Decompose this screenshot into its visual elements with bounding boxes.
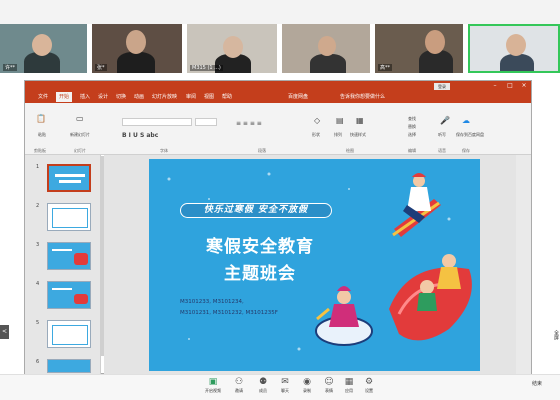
- dictate-icon[interactable]: 🎤: [440, 116, 450, 125]
- paste-icon[interactable]: 📋: [36, 114, 46, 123]
- slide-thumbnail[interactable]: [47, 242, 91, 270]
- menu-animations[interactable]: 动画: [134, 92, 144, 102]
- quick-styles-icon[interactable]: ▦: [356, 116, 364, 125]
- baidu-save-label: 保存到百度网盘: [456, 132, 484, 137]
- slide-number: 5: [36, 320, 40, 326]
- sled-rider-illustration: [392, 173, 441, 237]
- slide-vertical-scrollbar[interactable]: [516, 155, 531, 374]
- close-icon[interactable]: ×: [519, 81, 529, 91]
- arrange-icon[interactable]: ▤: [336, 116, 344, 125]
- slide-thumbnail[interactable]: [47, 320, 91, 348]
- invite-icon: ⚇: [234, 377, 244, 387]
- paste-label: 粘贴: [38, 132, 46, 137]
- menu-review[interactable]: 审阅: [186, 92, 196, 102]
- ppt-document-title: [200, 81, 400, 91]
- slide-title-line2: 主题班会: [224, 264, 296, 284]
- shapes-icon[interactable]: ◇: [314, 116, 320, 125]
- dictate-label: 听写: [438, 132, 446, 137]
- tell-me-search[interactable]: 告诉我你想要做什么: [340, 92, 385, 102]
- ribbon-group-clipboard: 剪贴板: [34, 148, 46, 153]
- slide-subtitle-text: 快乐过寒假 安全不放假: [203, 205, 309, 215]
- slide-title-line1: 寒假安全教育: [206, 237, 314, 257]
- ribbon-group-editing: 编辑: [408, 148, 416, 153]
- end-meeting-button[interactable]: 结束: [532, 380, 542, 387]
- menu-slideshow[interactable]: 幻灯片放映: [152, 92, 177, 102]
- font-name-box[interactable]: [122, 118, 192, 126]
- participant-name: 高**: [378, 64, 393, 71]
- slide-thumbnail[interactable]: [47, 164, 91, 192]
- class-codes-line2: M3101231, M3101232, M3101235F: [180, 310, 278, 316]
- participant-name: M315 (1 ...): [190, 65, 223, 71]
- minimize-icon[interactable]: –: [490, 81, 500, 91]
- arrange-label: 排列: [334, 132, 342, 137]
- participant-name: 许**: [3, 64, 18, 71]
- participant-tile[interactable]: [282, 24, 370, 73]
- login-button[interactable]: 登录: [434, 83, 450, 90]
- meeting-title: [0, 0, 560, 12]
- maximize-icon[interactable]: □: [505, 81, 515, 91]
- slide-number: 4: [36, 281, 40, 287]
- ribbon-group-font: 字体: [160, 148, 168, 153]
- camera-icon: ▣: [208, 377, 218, 387]
- slide-thumbnail[interactable]: [47, 203, 91, 231]
- replace-button[interactable]: 替换: [408, 124, 416, 130]
- menu-transitions[interactable]: 切换: [116, 92, 126, 102]
- slide-thumbnail[interactable]: [47, 359, 91, 373]
- gear-icon: ⚙: [364, 377, 374, 387]
- settings-button[interactable]: ⚙ 设置: [356, 376, 382, 400]
- ppt-ribbon: [25, 103, 531, 155]
- class-codes-line1: M3101233, M3101234,: [180, 299, 244, 305]
- participant-tile[interactable]: M315 (1 ...): [187, 24, 277, 73]
- select-button[interactable]: 选择: [408, 132, 416, 138]
- ribbon-group-slides: 幻灯片: [74, 148, 86, 153]
- bold-italic-underline-icons[interactable]: B I U S abc: [122, 132, 158, 139]
- ribbon-group-paragraph: 段落: [258, 148, 266, 153]
- participant-tile[interactable]: 高**: [375, 24, 463, 73]
- video-button[interactable]: ▣ 开启视频: [200, 376, 226, 400]
- participant-name: 张*: [95, 64, 107, 71]
- invite-button[interactable]: ⚇ 邀请: [226, 376, 252, 400]
- new-slide-label: 新建幻灯片: [70, 132, 90, 137]
- menu-view[interactable]: 视图: [204, 92, 214, 102]
- slide-thumbnail[interactable]: [47, 281, 91, 309]
- tube-rider-illustration: [315, 286, 373, 346]
- collapse-panel-handle[interactable]: <: [0, 325, 9, 339]
- ribbon-group-save: 保存: [462, 148, 470, 153]
- slide-number: 6: [36, 359, 40, 365]
- menu-design[interactable]: 设计: [98, 92, 108, 102]
- menu-home[interactable]: 开始: [56, 92, 73, 102]
- new-slide-icon[interactable]: ▭: [76, 114, 84, 123]
- find-button[interactable]: 查找: [408, 116, 416, 122]
- participant-tile[interactable]: 许**: [0, 24, 87, 73]
- participant-tile[interactable]: 张*: [92, 24, 182, 73]
- menu-baidu-netdisk[interactable]: 百度网盘: [288, 92, 308, 102]
- quick-styles-label: 快速样式: [350, 132, 366, 137]
- ribbon-group-voice: 语音: [438, 148, 446, 153]
- paragraph-icons[interactable]: ≡ ≡ ≡ ≡: [236, 120, 262, 127]
- menu-help[interactable]: 帮助: [222, 92, 232, 102]
- slide-number: 1: [36, 164, 40, 170]
- slide-number: 2: [36, 203, 40, 209]
- font-size-box[interactable]: [195, 118, 217, 126]
- shapes-label: 形状: [312, 132, 320, 137]
- baidu-save-icon[interactable]: ☁: [462, 116, 470, 125]
- ribbon-group-drawing: 绘图: [346, 148, 354, 153]
- active-speaker-tile[interactable]: [468, 24, 560, 73]
- menu-insert[interactable]: 插入: [80, 92, 90, 102]
- menu-file[interactable]: 文件: [38, 92, 48, 102]
- slide-number: 3: [36, 242, 40, 248]
- raft-illustration: [389, 254, 472, 341]
- fullscreen-toggle[interactable]: 全屏: [552, 330, 560, 370]
